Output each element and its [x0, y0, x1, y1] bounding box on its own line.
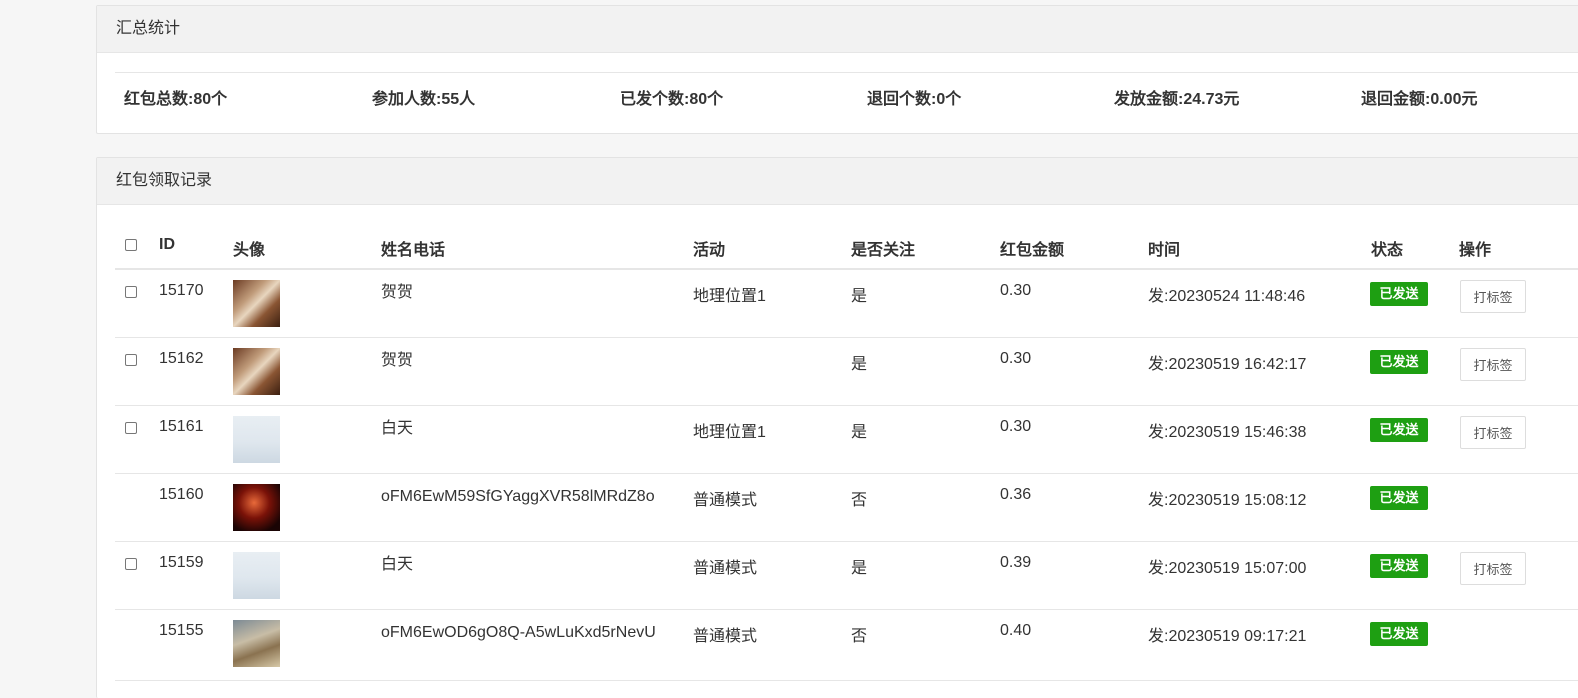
status-badge: 已发送	[1370, 418, 1428, 442]
tag-button[interactable]: 打标签	[1460, 348, 1526, 381]
row-name: 贺贺	[381, 352, 414, 369]
row-activity: 普通模式	[693, 628, 758, 645]
row-follow: 是	[851, 288, 868, 305]
col-follow: 是否关注	[851, 242, 916, 259]
summary-stats: 红包总数:80个 参加人数:55人 已发个数:80个 退回个数:0个 发放金额:…	[115, 72, 1578, 119]
table-row: 15155 oFM6EwOD6gO8Q-A5wLuKxd5rNevU 普通模式 否 0.…	[115, 610, 1578, 681]
tag-button[interactable]: 打标签	[1460, 416, 1526, 449]
status-badge: 已发送	[1370, 486, 1428, 510]
row-time: 发:20230519 09:17:21	[1148, 628, 1307, 645]
table-row: 15162 贺贺 是 0.30 发:20230519 16:42:17 已发送 打标签	[115, 338, 1578, 406]
tag-button[interactable]: 打标签	[1460, 280, 1526, 313]
row-follow: 是	[851, 560, 868, 577]
table-row: 15160 oFM6EwM59SfGYaggXVR58lMRdZ8o 普通模式 否 0.…	[115, 474, 1578, 542]
row-follow: 否	[851, 492, 868, 509]
row-amount: 0.39	[1000, 554, 1032, 571]
col-status: 状态	[1371, 242, 1404, 259]
col-time: 时间	[1148, 242, 1181, 259]
row-activity: 地理位置1	[693, 288, 766, 305]
row-checkbox[interactable]	[125, 422, 137, 434]
row-name: 贺贺	[381, 284, 414, 301]
row-name: 白天	[381, 420, 414, 437]
records-title: 红包领取记录	[97, 158, 1578, 205]
row-amount: 0.36	[1000, 486, 1032, 503]
row-name: 白天	[381, 556, 414, 573]
col-avatar: 头像	[233, 242, 266, 259]
table-header: ID 头像 姓名电话 活动 是否关注 红包金额 时间 状态 操作	[115, 206, 1578, 270]
row-amount: 0.30	[1000, 282, 1032, 299]
table-row: 15170 贺贺 地理位置1 是 0.30 发:20230524 11:48:46 已发送 打…	[115, 270, 1578, 338]
status-badge: 已发送	[1370, 554, 1428, 578]
stat-sent-amount: 发放金额:24.73元	[1114, 91, 1240, 108]
tag-button[interactable]: 打标签	[1460, 552, 1526, 585]
row-checkbox[interactable]	[125, 354, 137, 366]
table-row: 15161 白天 地理位置1 是 0.30 发:20230519 15:46:38 已发送 打…	[115, 406, 1578, 474]
status-badge: 已发送	[1370, 622, 1428, 646]
row-time: 发:20230524 11:48:46	[1148, 288, 1306, 305]
status-badge: 已发送	[1370, 350, 1428, 374]
avatar-image	[233, 620, 280, 667]
table-row: 15159 白天 普通模式 是 0.39 发:20230519 15:07:00 已发送 打标…	[115, 542, 1578, 610]
row-amount: 0.30	[1000, 418, 1032, 435]
row-time: 发:20230519 15:08:12	[1148, 492, 1307, 509]
avatar-image	[233, 552, 280, 599]
row-follow: 否	[851, 628, 868, 645]
stat-returned-count: 退回个数:0个	[867, 91, 962, 108]
row-id: 15155	[159, 622, 204, 639]
stat-sent-count: 已发个数:80个	[620, 91, 724, 108]
avatar-image	[233, 416, 280, 463]
stat-participants: 参加人数:55人	[372, 91, 476, 108]
status-badge: 已发送	[1370, 282, 1428, 306]
row-id: 15162	[159, 350, 204, 367]
row-activity: 普通模式	[693, 560, 758, 577]
avatar-image	[233, 348, 280, 395]
col-id: ID	[159, 236, 175, 253]
row-id: 15170	[159, 282, 204, 299]
select-all-checkbox[interactable]	[125, 239, 137, 251]
stat-total-count: 红包总数:80个	[124, 91, 228, 108]
row-time: 发:20230519 16:42:17	[1148, 356, 1307, 373]
row-time: 发:20230519 15:07:00	[1148, 560, 1307, 577]
row-activity: 地理位置1	[693, 424, 766, 441]
row-name: oFM6EwOD6gO8Q-A5wLuKxd5rNevU	[381, 624, 656, 641]
col-action: 操作	[1459, 242, 1492, 259]
col-amount: 红包金额	[1000, 242, 1065, 259]
row-id: 15160	[159, 486, 204, 503]
row-time: 发:20230519 15:46:38	[1148, 424, 1307, 441]
avatar-image	[233, 280, 280, 327]
row-follow: 是	[851, 356, 868, 373]
col-activity: 活动	[693, 242, 726, 259]
row-amount: 0.30	[1000, 350, 1032, 367]
summary-title: 汇总统计	[97, 6, 1578, 53]
records-panel: 红包领取记录 ID 头像 姓名电话 活动 是否关注 红包金额 时间 状态 操作 …	[96, 157, 1578, 698]
records-table: ID 头像 姓名电话 活动 是否关注 红包金额 时间 状态 操作 15170 贺贺…	[115, 206, 1578, 681]
summary-panel: 汇总统计 红包总数:80个 参加人数:55人 已发个数:80个 退回个数:0个 …	[96, 5, 1578, 134]
row-activity: 普通模式	[693, 492, 758, 509]
row-follow: 是	[851, 424, 868, 441]
row-checkbox[interactable]	[125, 286, 137, 298]
stat-returned-amount: 退回金额:0.00元	[1361, 91, 1478, 108]
row-id: 15161	[159, 418, 204, 435]
table-body: 15170 贺贺 地理位置1 是 0.30 发:20230524 11:48:46 已发送打…	[115, 270, 1578, 681]
avatar-image	[233, 484, 280, 531]
row-amount: 0.40	[1000, 622, 1032, 639]
row-name: oFM6EwM59SfGYaggXVR58lMRdZ8o	[381, 488, 655, 505]
row-checkbox[interactable]	[125, 558, 137, 570]
row-id: 15159	[159, 554, 204, 571]
col-name-phone: 姓名电话	[381, 242, 446, 259]
